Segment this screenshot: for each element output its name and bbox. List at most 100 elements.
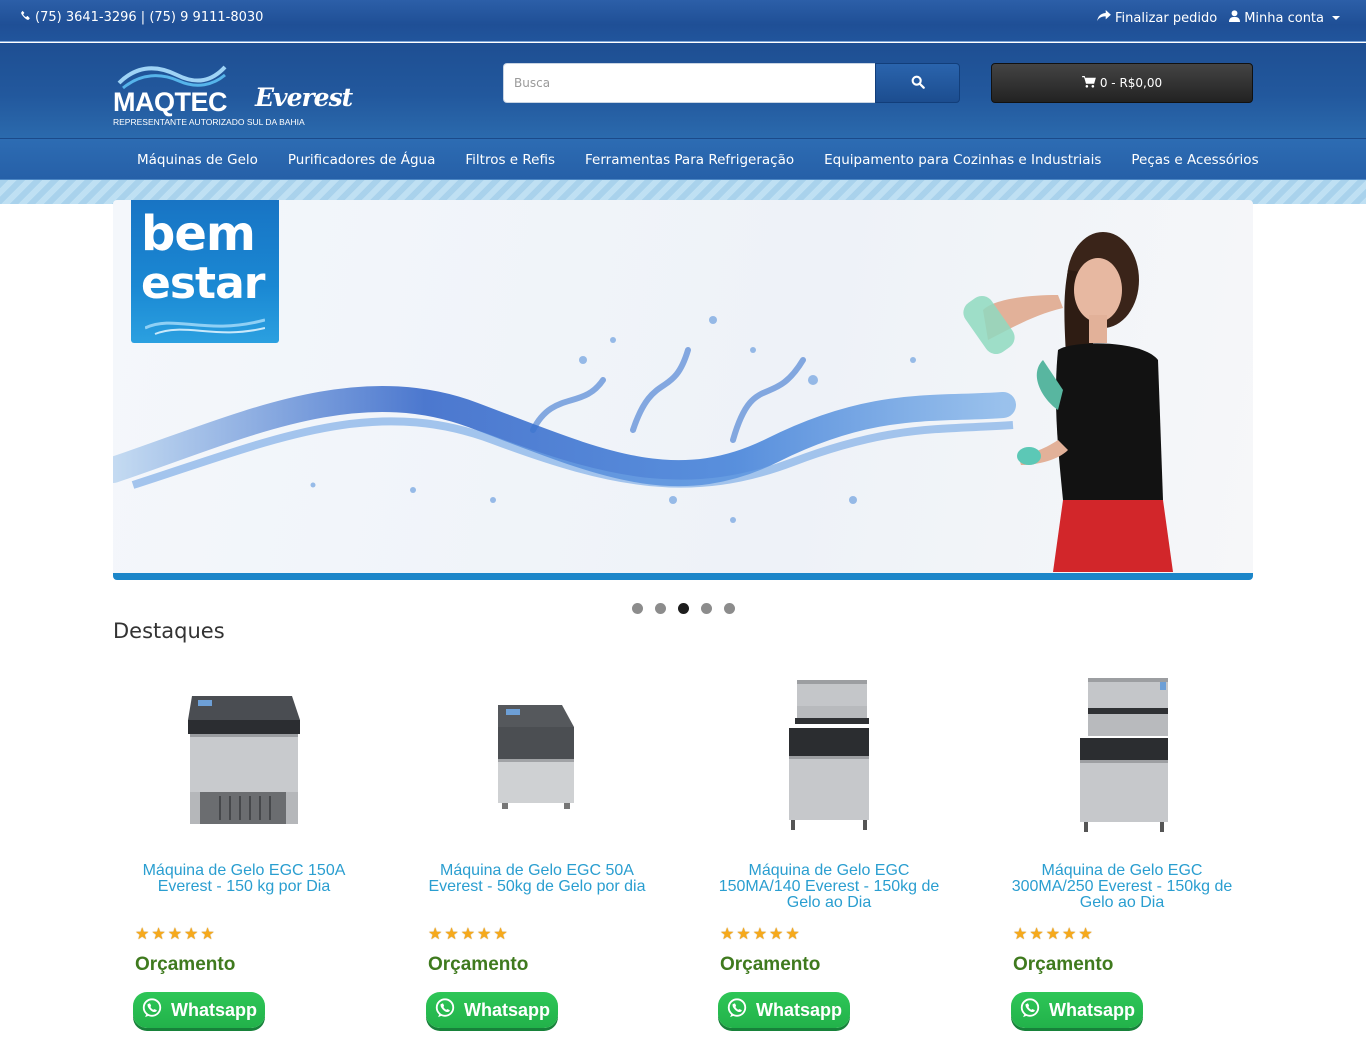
checkout-link[interactable]: Finalizar pedido	[1097, 10, 1217, 26]
star-icon: ★	[135, 924, 150, 943]
product-price: Orçamento	[1013, 954, 1114, 975]
share-arrow-icon	[1097, 10, 1111, 26]
header: MAQTEC Everest REPRESENTANTE AUTORIZADO …	[0, 43, 1366, 138]
badge-wave-icon	[145, 318, 265, 335]
nav-item-equipamento[interactable]: Equipamento para Cozinhas e Industriais	[809, 139, 1116, 181]
search-input[interactable]	[503, 63, 876, 103]
star-icon: ★	[184, 924, 199, 943]
whatsapp-button[interactable]: Whatsapp	[718, 992, 850, 1028]
nav-item-purificadores[interactable]: Purificadores de Água	[273, 139, 450, 181]
product-card: Máquina de Gelo EGC 150A Everest - 150 k…	[113, 668, 375, 1050]
logo-tagline: REPRESENTANTE AUTORIZADO SUL DA BAHIA	[113, 117, 305, 127]
star-icon: ★	[460, 924, 476, 943]
whatsapp-label: Whatsapp	[464, 999, 551, 1020]
logo-brand: MAQTEC	[113, 87, 228, 117]
nav-item-pecas[interactable]: Peças e Acessórios	[1116, 139, 1273, 181]
product-rating: ★ ★ ★ ★ ★	[135, 926, 215, 942]
product-card: Máquina de Gelo EGC 50A Everest - 50kg d…	[406, 668, 668, 1050]
product-image[interactable]	[406, 668, 668, 843]
star-icon: ★	[167, 924, 183, 943]
carousel-dot-3[interactable]	[678, 603, 689, 614]
nav-item-ferramentas[interactable]: Ferramentas Para Refrigeração	[570, 139, 809, 181]
top-bar: (75) 3641-3296 | (75) 9 9111-8030 Finali…	[0, 0, 1366, 42]
carousel-dot-5[interactable]	[724, 603, 735, 614]
star-icon: ★	[769, 924, 784, 943]
whatsapp-icon	[1019, 997, 1041, 1024]
whatsapp-icon	[141, 997, 163, 1024]
nav-item-maquinas-de-gelo[interactable]: Máquinas de Gelo	[122, 139, 273, 181]
nav-item-filtros[interactable]: Filtros e Refis	[450, 139, 570, 181]
product-card: Máquina de Gelo EGC 150MA/140 Everest - …	[698, 668, 960, 1050]
carousel-dot-1[interactable]	[632, 603, 643, 614]
star-icon: ★	[720, 924, 735, 943]
star-icon: ★	[151, 924, 166, 943]
carousel-dot-4[interactable]	[701, 603, 712, 614]
product-price: Orçamento	[135, 954, 236, 975]
section-title: Destaques	[113, 619, 225, 643]
contact-phones: (75) 3641-3296 | (75) 9 9111-8030	[20, 10, 263, 25]
ice-machine-image	[498, 704, 574, 809]
carousel-dot-2[interactable]	[655, 603, 666, 614]
account-dropdown[interactable]: Minha conta	[1229, 10, 1340, 26]
user-icon	[1229, 10, 1241, 26]
main-nav: Máquinas de Gelo Purificadores de Água F…	[0, 138, 1366, 180]
ice-machine-image	[789, 679, 869, 830]
whatsapp-label: Whatsapp	[171, 999, 258, 1020]
cart-label: 0 - R$0,00	[1099, 76, 1163, 90]
badge-line2: estar	[141, 258, 265, 309]
star-icon: ★	[752, 924, 768, 943]
product-price: Orçamento	[428, 954, 529, 975]
checkout-label: Finalizar pedido	[1115, 10, 1218, 26]
badge-line1: bem	[141, 206, 256, 262]
promo-badge: bem estar	[131, 200, 279, 343]
cart-icon	[1081, 75, 1096, 91]
cart-button[interactable]: 0 - R$0,00	[991, 63, 1253, 103]
banner-bottom-bar	[113, 573, 1253, 580]
chevron-down-icon	[1332, 16, 1340, 20]
phones-text: (75) 3641-3296 | (75) 9 9111-8030	[35, 10, 264, 25]
star-icon: ★	[493, 924, 508, 943]
star-icon: ★	[1045, 924, 1061, 943]
product-rating: ★ ★ ★ ★ ★	[720, 926, 800, 942]
search-button[interactable]	[875, 63, 960, 103]
product-name[interactable]: Máquina de Gelo EGC 150MA/140 Everest - …	[706, 863, 952, 911]
whatsapp-button[interactable]: Whatsapp	[426, 992, 558, 1028]
star-icon: ★	[1013, 924, 1028, 943]
whatsapp-button[interactable]: Whatsapp	[133, 992, 265, 1028]
hero-banner[interactable]: bem estar	[113, 200, 1253, 580]
whatsapp-icon	[434, 997, 456, 1024]
logo-partner: Everest	[255, 83, 353, 112]
whatsapp-label: Whatsapp	[1049, 999, 1136, 1020]
ice-machine-image	[1080, 677, 1168, 832]
star-icon: ★	[428, 924, 443, 943]
star-icon: ★	[200, 924, 215, 943]
whatsapp-icon	[726, 997, 748, 1024]
whatsapp-button[interactable]: Whatsapp	[1011, 992, 1143, 1028]
water-splash-image	[113, 232, 1173, 572]
star-icon: ★	[785, 924, 800, 943]
carousel-indicators	[632, 603, 735, 614]
whatsapp-label: Whatsapp	[756, 999, 843, 1020]
star-icon: ★	[1062, 924, 1077, 943]
star-icon: ★	[444, 924, 459, 943]
ice-machine-image	[188, 695, 300, 824]
product-rating: ★ ★ ★ ★ ★	[1013, 926, 1093, 942]
site-logo[interactable]: MAQTEC Everest REPRESENTANTE AUTORIZADO …	[113, 61, 353, 127]
product-price: Orçamento	[720, 954, 821, 975]
phone-icon	[20, 10, 31, 25]
search-icon	[911, 75, 925, 92]
star-icon: ★	[1029, 924, 1044, 943]
star-icon: ★	[477, 924, 492, 943]
product-rating: ★ ★ ★ ★ ★	[428, 926, 508, 942]
product-card: Máquina de Gelo EGC 300MA/250 Everest - …	[991, 668, 1253, 1050]
product-image[interactable]	[991, 668, 1253, 843]
product-name[interactable]: Máquina de Gelo EGC 300MA/250 Everest - …	[999, 863, 1245, 911]
product-image[interactable]	[113, 668, 375, 843]
search-bar	[503, 63, 960, 103]
product-name[interactable]: Máquina de Gelo EGC 150A Everest - 150 k…	[121, 863, 367, 895]
product-name[interactable]: Máquina de Gelo EGC 50A Everest - 50kg d…	[414, 863, 660, 895]
account-label: Minha conta	[1244, 10, 1324, 26]
star-icon: ★	[736, 924, 751, 943]
star-icon: ★	[1078, 924, 1093, 943]
product-image[interactable]	[698, 668, 960, 843]
